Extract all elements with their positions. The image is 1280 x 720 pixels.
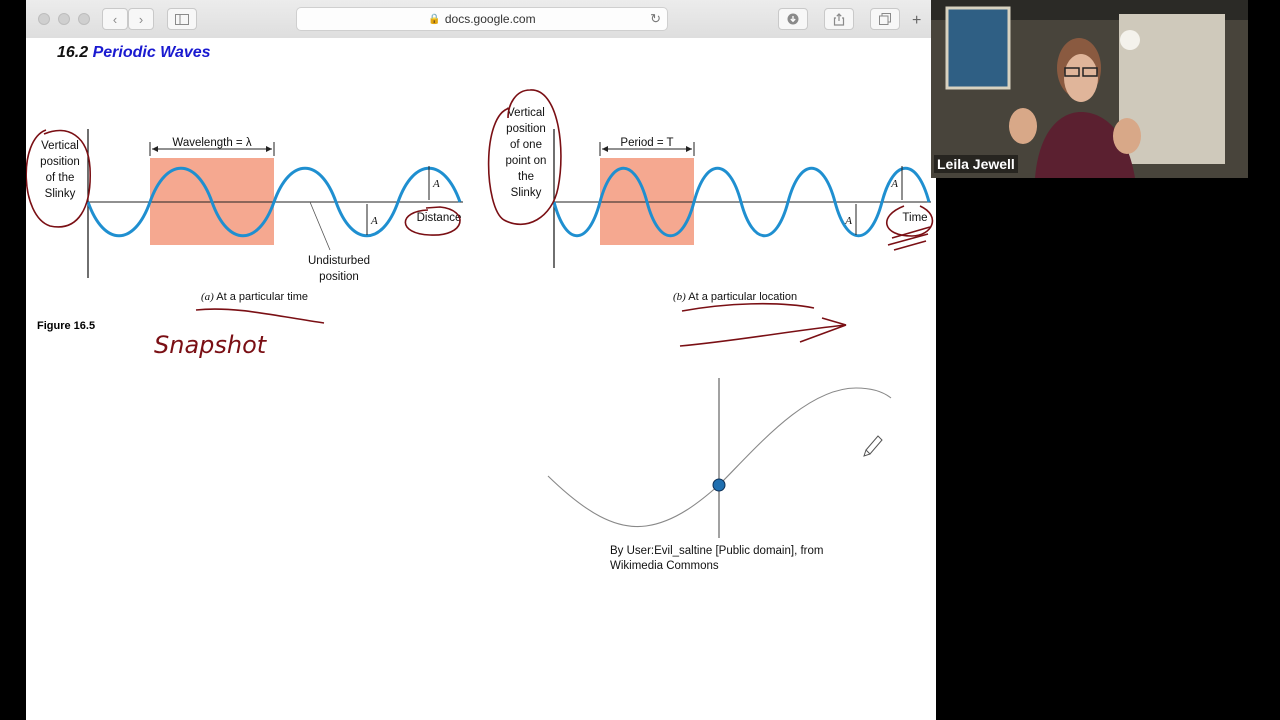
- forward-button[interactable]: ›: [128, 8, 154, 30]
- image-credit-line2: Wikimedia Commons: [610, 560, 719, 572]
- caption-a-letter: (a): [201, 291, 214, 303]
- amplitude-label-a2: A: [432, 178, 440, 190]
- speaker-face: [1064, 54, 1098, 102]
- browser-window: ‹ › 🔒 docs.google.com ↻ + 16.2 Periodic …: [26, 0, 936, 720]
- caption-b-text: At a particular location: [688, 291, 798, 303]
- amplitude-label-b2: A: [890, 178, 898, 190]
- new-tab-button[interactable]: +: [912, 12, 921, 30]
- chevron-left-icon: ‹: [112, 11, 118, 27]
- speaker-video-frame: [931, 0, 1248, 178]
- amplitude-label-a1: A: [370, 215, 378, 227]
- figure-label: Figure 16.5: [37, 320, 96, 332]
- address-bar[interactable]: 🔒 docs.google.com ↻: [296, 7, 668, 31]
- document-page: 16.2 Periodic Waves Wavelength = λ A A U…: [26, 38, 936, 720]
- caption-b: (b) At a particular location: [673, 291, 797, 303]
- back-button[interactable]: ‹: [102, 8, 128, 30]
- close-window-button[interactable]: [38, 13, 50, 25]
- panel-a-xlabel: Distance: [417, 212, 462, 224]
- wall-painting: [945, 6, 1011, 90]
- speaker-video[interactable]: Leila Jewell: [931, 0, 1248, 178]
- ink-scribble-time: [887, 226, 931, 251]
- panel-b-ylabel-line6: Slinky: [511, 187, 542, 199]
- undisturbed-label-line2: position: [319, 271, 359, 283]
- url-text: docs.google.com: [444, 12, 536, 26]
- snapshot-handwriting: Snapshot: [154, 331, 268, 359]
- speaker-hand-left: [1009, 108, 1037, 144]
- panel-a-ylabel-line2: position: [40, 156, 80, 168]
- image-credit-line1: By User:Evil_saltine [Public domain], fr…: [610, 545, 824, 557]
- pencil-cursor-icon: [863, 435, 883, 457]
- caption-a: (a) At a particular time: [201, 291, 308, 303]
- reload-icon[interactable]: ↻: [650, 11, 661, 27]
- panel-b-ylabel-line1: Vertical: [507, 107, 545, 119]
- ink-arrow-location: [679, 317, 847, 347]
- tabs-button[interactable]: [870, 8, 900, 30]
- panel-b-ylabel-line4: point on: [506, 155, 547, 167]
- download-icon: [787, 13, 799, 25]
- wavelength-label: Wavelength = λ: [172, 137, 251, 149]
- undisturbed-label-line1: Undisturbed: [308, 255, 370, 267]
- animation-dot: [712, 478, 726, 492]
- ink-underline-location: [681, 302, 815, 312]
- share-icon: [833, 12, 845, 26]
- panel-b-ylabel-line5: the: [518, 171, 534, 183]
- speaker-name-label: Leila Jewell: [934, 155, 1018, 173]
- caption-b-letter: (b): [673, 291, 686, 303]
- share-button[interactable]: [824, 8, 854, 30]
- undisturbed-pointer: [309, 201, 331, 251]
- panel-a-ylabel-line1: Vertical: [41, 140, 79, 152]
- image-credit: By User:Evil_saltine [Public domain], fr…: [610, 544, 823, 574]
- zoom-window-button[interactable]: [78, 13, 90, 25]
- download-button[interactable]: [778, 8, 808, 30]
- browser-toolbar: ‹ › 🔒 docs.google.com ↻ +: [26, 0, 936, 39]
- figure-diagram: Wavelength = λ A A Undisturbed position …: [26, 89, 934, 538]
- ink-underline-time: [195, 308, 325, 324]
- panel-b-xlabel: Time: [902, 212, 927, 224]
- window-light: [1120, 30, 1140, 50]
- period-label: Period = T: [620, 137, 673, 149]
- caption-a-text: At a particular time: [216, 291, 308, 303]
- tabs-icon: [879, 13, 891, 25]
- panel-a-ylabel-line3: of the: [46, 172, 75, 184]
- sidebar-button[interactable]: [167, 8, 197, 30]
- panel-b-ylabel-line3: of one: [510, 139, 542, 151]
- panel-b-ylabel-line2: position: [506, 123, 546, 135]
- amplitude-label-b1: A: [844, 215, 852, 227]
- lock-icon: 🔒: [428, 13, 441, 25]
- panel-a-ylabel-line4: Slinky: [45, 188, 76, 200]
- sidebar-icon: [175, 13, 189, 25]
- minimize-window-button[interactable]: [58, 13, 70, 25]
- speaker-hand-right: [1113, 118, 1141, 154]
- chevron-right-icon: ›: [138, 11, 144, 27]
